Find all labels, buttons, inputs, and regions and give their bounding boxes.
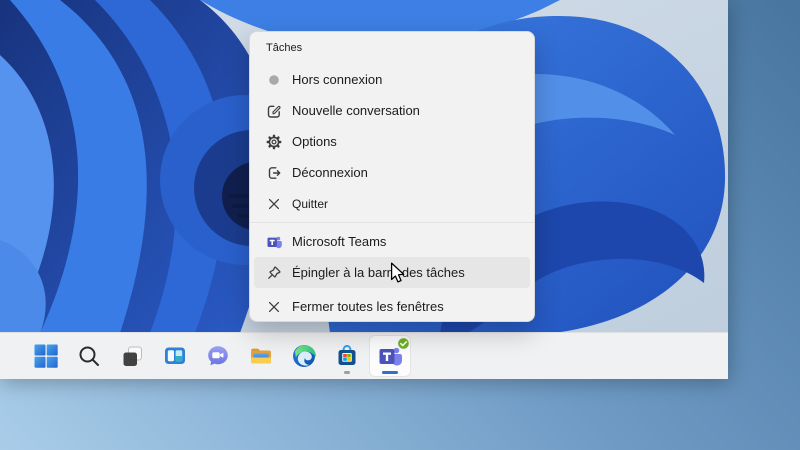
menu-item-fermer-fenetres[interactable]: Fermer toutes les fenêtres	[254, 291, 530, 322]
menu-item-label: Microsoft Teams	[292, 234, 386, 249]
menu-item-label: Épingler à la barre des tâches	[292, 265, 465, 280]
sign-out-icon	[266, 165, 282, 181]
close-x-icon	[266, 196, 282, 212]
microsoft-store-icon	[334, 343, 360, 369]
teams-active-indicator	[382, 371, 398, 374]
menu-item-label: Hors connexion	[292, 72, 382, 87]
taskbar-icon-group	[0, 333, 728, 379]
jump-list-section-header: Tâches	[266, 42, 534, 55]
menu-item-label: Options	[292, 134, 337, 149]
menu-item-quitter[interactable]: Quitter	[254, 188, 530, 219]
task-view-button[interactable]	[112, 336, 152, 376]
menu-item-microsoft-teams[interactable]: Microsoft Teams	[254, 226, 530, 257]
edge-icon	[291, 343, 317, 369]
search-button[interactable]	[69, 336, 109, 376]
offline-status-dot-icon	[266, 72, 282, 88]
microsoft-teams-button[interactable]	[370, 336, 410, 376]
menu-item-label: Nouvelle conversation	[292, 103, 420, 118]
widgets-icon	[162, 343, 188, 369]
menu-item-label: Fermer toutes les fenêtres	[292, 299, 444, 314]
windows-logo-icon	[34, 344, 58, 368]
file-explorer-button[interactable]	[241, 336, 281, 376]
file-explorer-icon	[248, 343, 274, 369]
taskbar	[0, 332, 728, 379]
task-view-icon	[120, 344, 145, 369]
start-button[interactable]	[26, 336, 66, 376]
pin-icon	[266, 265, 282, 281]
menu-item-options[interactable]: Options	[254, 126, 530, 157]
menu-item-nouvelle-conversation[interactable]: Nouvelle conversation	[254, 95, 530, 126]
green-check-badge-icon	[397, 337, 410, 350]
edge-button[interactable]	[284, 336, 324, 376]
teams-logo-icon	[266, 234, 282, 250]
widgets-button[interactable]	[155, 336, 195, 376]
microsoft-store-button[interactable]	[327, 336, 367, 376]
search-icon	[77, 344, 101, 368]
mouse-cursor	[390, 262, 407, 285]
store-running-indicator	[344, 371, 350, 374]
close-x-icon	[266, 299, 282, 315]
compose-icon	[266, 103, 282, 119]
menu-item-deconnexion[interactable]: Déconnexion	[254, 157, 530, 188]
chat-icon	[205, 343, 231, 369]
settings-gear-icon	[266, 134, 282, 150]
menu-item-label: Déconnexion	[292, 165, 368, 180]
chat-button[interactable]	[198, 336, 238, 376]
menu-item-hors-connexion[interactable]: Hors connexion	[254, 64, 530, 95]
menu-item-label: Quitter	[292, 197, 328, 211]
menu-separator	[250, 222, 534, 223]
